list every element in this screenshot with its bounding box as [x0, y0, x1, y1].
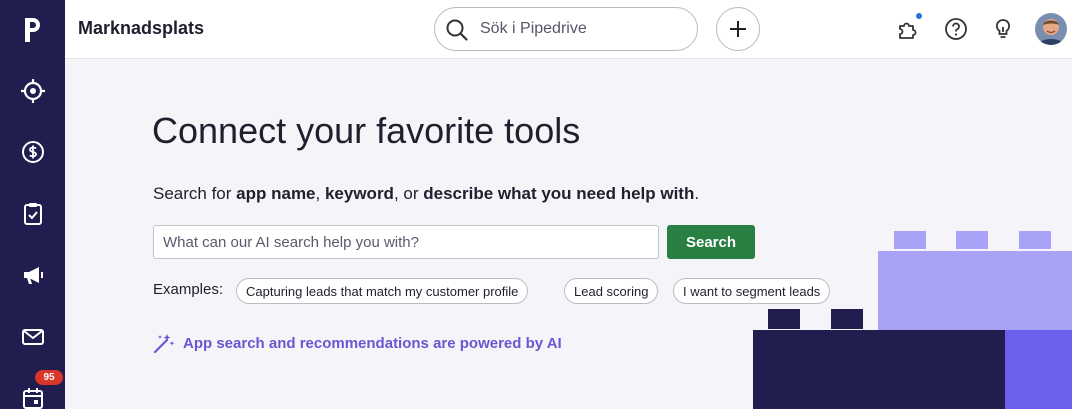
notification-dot [916, 13, 922, 19]
sidebar-item-deals[interactable] [0, 128, 65, 176]
ai-note-text: App search and recommendations are power… [183, 334, 562, 352]
mail-icon [21, 329, 44, 345]
ideas-button[interactable] [987, 13, 1019, 45]
page-title: Marknadsplats [78, 18, 205, 38]
sidebar-item-activities[interactable] [0, 190, 65, 238]
example-chip-capturing-leads[interactable]: Capturing leads that match my customer p… [236, 278, 529, 304]
sidebar: 95 [0, 0, 65, 409]
megaphone-icon [23, 267, 43, 284]
calendar-icon [22, 388, 43, 409]
plus-icon [730, 21, 746, 37]
example-chip-lead-scoring[interactable]: Lead scoring [564, 278, 659, 304]
avatar[interactable] [1035, 13, 1067, 45]
target-icon [20, 79, 45, 103]
quick-add-button[interactable] [716, 7, 760, 51]
global-search-input[interactable]: Sök i Pipedrive [434, 7, 698, 51]
ai-search-input[interactable] [153, 225, 659, 259]
main-heading: Connect your favorite tools [152, 110, 581, 151]
sidebar-item-leads[interactable] [0, 67, 65, 115]
search-button[interactable]: Search [667, 225, 755, 259]
top-bar: Marknadsplats Sök i Pipedrive [65, 0, 1072, 59]
calendar-badge: 95 [35, 370, 63, 385]
puzzle-icon [899, 22, 917, 39]
magic-wand-icon [153, 334, 175, 354]
dollar-icon [21, 141, 44, 163]
global-search-placeholder: Sök i Pipedrive [480, 20, 587, 37]
pipedrive-logo[interactable] [0, 0, 65, 58]
lightbulb-icon [995, 19, 1011, 38]
building-blocks-illustration [753, 231, 1072, 409]
help-icon [945, 18, 967, 40]
clipboard-check-icon [23, 203, 42, 225]
sidebar-item-mail[interactable] [0, 313, 65, 361]
examples-label: Examples: [153, 281, 224, 298]
main-subtext: Search for app name, keyword, or describ… [153, 184, 700, 203]
help-button[interactable] [940, 13, 972, 45]
search-icon [446, 19, 468, 41]
ai-powered-note: App search and recommendations are power… [152, 331, 562, 355]
sidebar-item-campaigns[interactable] [0, 251, 65, 299]
